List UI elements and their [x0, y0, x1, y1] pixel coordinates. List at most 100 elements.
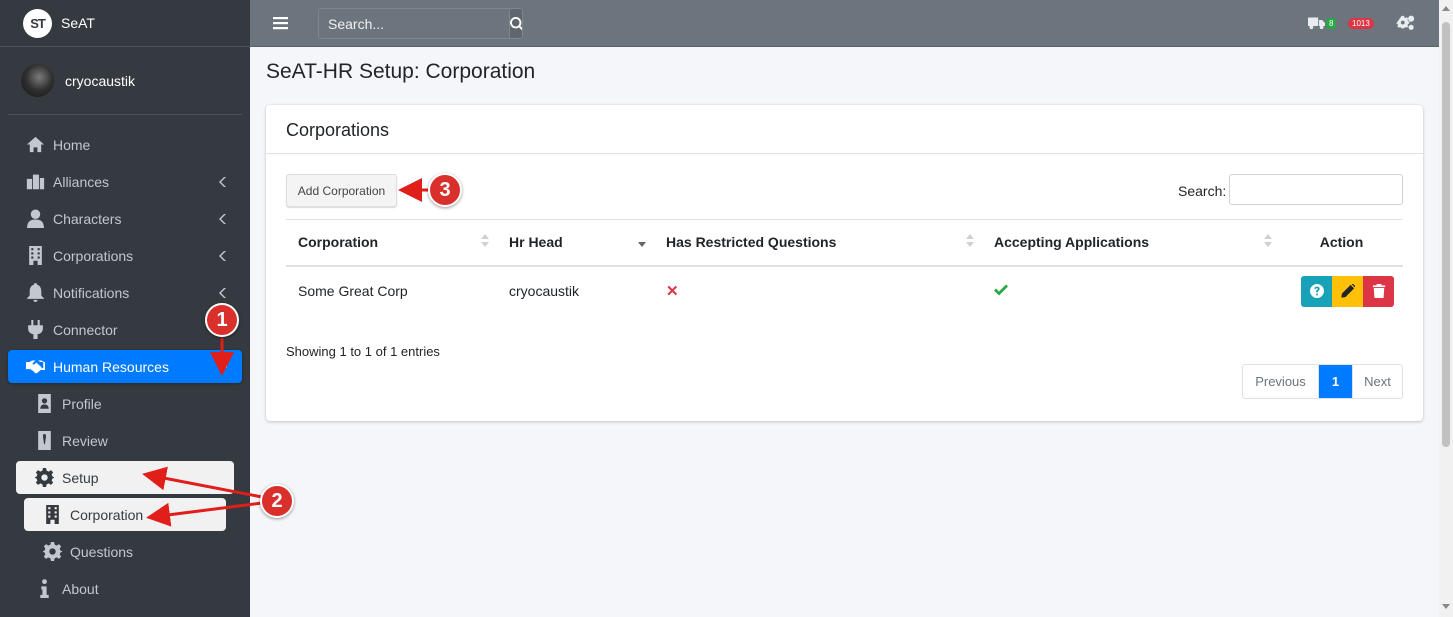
- avatar: [21, 64, 54, 97]
- sidebar-item-about[interactable]: About: [8, 572, 242, 605]
- sidebar-item-label: Connector: [53, 321, 118, 338]
- table-info: Showing 1 to 1 of 1 entries: [286, 344, 440, 359]
- chevron-left-icon: [218, 249, 228, 261]
- sidebar-item-label: Notifications: [53, 284, 130, 301]
- sidebar-item-label: Questions: [70, 543, 134, 560]
- column-header-corporation[interactable]: Corporation: [286, 220, 497, 266]
- top-navbar: [250, 0, 1439, 47]
- column-header-action: Action: [1319, 234, 1364, 251]
- pagination-next[interactable]: Next: [1352, 365, 1402, 398]
- sidebar-item-label: Home: [53, 136, 91, 153]
- sort-icon: [1264, 234, 1272, 250]
- user-name: cryocaustik: [65, 72, 136, 89]
- sidebar-item-label: Human Resources: [53, 358, 169, 375]
- page-scrollbar[interactable]: [1439, 0, 1453, 617]
- pagination-previous[interactable]: Previous: [1243, 365, 1319, 398]
- cogs-icon[interactable]: [1396, 15, 1415, 31]
- info-icon: [33, 579, 55, 599]
- sidebar-item-characters[interactable]: Characters: [8, 202, 242, 235]
- step-marker-2: 2: [260, 484, 294, 518]
- handshake-icon: [24, 357, 46, 377]
- sidebar-item-label: Setup: [62, 469, 99, 486]
- sidebar-item-notifications[interactable]: Notifications: [8, 276, 242, 309]
- table-search-input[interactable]: [1229, 174, 1403, 205]
- step-marker-3: 3: [428, 173, 462, 207]
- sort-desc-icon: [638, 234, 646, 250]
- sidebar-item-questions[interactable]: Questions: [8, 535, 242, 568]
- page-title: SeAT-HR Setup: Corporation: [266, 60, 536, 83]
- cell-hr-head: cryocaustik: [509, 283, 580, 299]
- brand-name: SeAT: [61, 15, 95, 31]
- pagination-page-1[interactable]: 1: [1319, 365, 1352, 398]
- sidebar-item-label: Characters: [53, 210, 122, 227]
- gear-icon: [41, 542, 63, 562]
- sidebar-item-label: Profile: [62, 395, 102, 412]
- question-circle-icon: [1309, 284, 1324, 298]
- scroll-up-arrow-icon[interactable]: [1442, 6, 1450, 11]
- sidebar-nav: Home Alliances Characters Corporations N…: [8, 128, 242, 609]
- search-button[interactable]: [509, 9, 522, 38]
- edit-button[interactable]: [1332, 275, 1363, 307]
- queue-truck-icon[interactable]: [1308, 16, 1325, 30]
- table-search-label: Search:: [1178, 183, 1227, 199]
- sidebar-item-corporation[interactable]: Corporation: [24, 498, 226, 531]
- sidebar-item-setup[interactable]: Setup: [16, 461, 234, 494]
- pencil-icon: [1340, 284, 1355, 298]
- sidebar-item-label: Review: [62, 432, 108, 449]
- table-row: Some Great Corp cryocaustik ✕: [286, 266, 1403, 316]
- sidebar-item-label: Corporations: [53, 247, 134, 264]
- column-header-hr-head[interactable]: Hr Head: [497, 220, 654, 266]
- column-header-accepting-applications[interactable]: Accepting Applications: [982, 220, 1280, 266]
- sidebar-item-review[interactable]: Review: [8, 424, 242, 457]
- table-header-row: Corporation Hr Head Has Restricted Quest…: [286, 219, 1403, 266]
- chevron-left-icon: [218, 212, 228, 224]
- column-header-restricted-questions[interactable]: Has Restricted Questions: [654, 220, 982, 266]
- brand[interactable]: ST SeAT: [0, 0, 250, 47]
- row-actions: [1292, 275, 1403, 307]
- pagination: Previous 1 Next: [1242, 364, 1403, 399]
- chevron-down-icon: [218, 360, 228, 372]
- cell-corporation: Some Great Corp: [298, 283, 408, 299]
- trash-icon: [1372, 284, 1385, 298]
- chevron-left-icon: [218, 286, 228, 298]
- step-marker-1: 1: [205, 303, 239, 337]
- sidebar-item-label: Alliances: [53, 173, 110, 190]
- sidebar-item-human-resources[interactable]: Human Resources: [8, 350, 242, 383]
- user-icon: [24, 209, 46, 229]
- card-title: Corporations: [266, 105, 1423, 154]
- building-group-icon: [24, 172, 46, 192]
- sidebar-item-profile[interactable]: Profile: [8, 387, 242, 420]
- sidebar-item-label: About: [62, 580, 99, 597]
- building-icon: [41, 505, 63, 525]
- building-icon: [24, 246, 46, 266]
- scroll-thumb[interactable]: [1442, 22, 1450, 447]
- corporations-card: Corporations Add Corporation Search: Cor…: [266, 105, 1423, 421]
- global-search: [318, 8, 523, 39]
- sidebar-item-corporations[interactable]: Corporations: [8, 239, 242, 272]
- bell-icon: [24, 283, 46, 303]
- delete-button[interactable]: [1363, 275, 1394, 307]
- error-badge[interactable]: 1013: [1348, 18, 1374, 29]
- check-icon: [994, 283, 1008, 299]
- add-corporation-button[interactable]: Add Corporation: [286, 174, 397, 207]
- scroll-down-arrow-icon[interactable]: [1442, 604, 1450, 609]
- questions-button[interactable]: [1301, 275, 1332, 307]
- corporations-table: Corporation Hr Head Has Restricted Quest…: [286, 219, 1403, 316]
- home-icon: [24, 135, 46, 155]
- chevron-left-icon: [218, 175, 228, 187]
- gear-icon: [33, 468, 55, 488]
- cross-icon: ✕: [666, 283, 679, 300]
- brand-logo: ST: [23, 8, 52, 38]
- queue-badge: 8: [1326, 18, 1337, 29]
- user-tie-icon: [33, 431, 55, 451]
- menu-toggle-icon[interactable]: [273, 15, 288, 31]
- sort-icon: [966, 234, 974, 250]
- user-panel[interactable]: cryocaustik: [8, 47, 242, 115]
- plug-icon: [24, 320, 46, 340]
- sidebar-item-alliances[interactable]: Alliances: [8, 165, 242, 198]
- id-badge-icon: [33, 394, 55, 414]
- sidebar-item-label: Corporation: [70, 506, 144, 523]
- sort-icon: [481, 234, 489, 250]
- search-input[interactable]: [319, 9, 509, 38]
- sidebar-item-home[interactable]: Home: [8, 128, 242, 161]
